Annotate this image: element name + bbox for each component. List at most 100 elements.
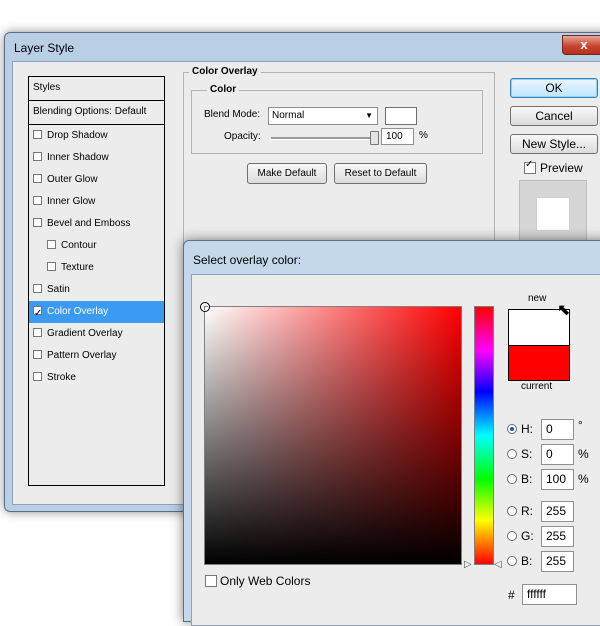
color-picker-dialog: Select overlay color: ▷ ◁ new current H:… [183, 240, 600, 626]
saturation-unit: % [578, 447, 589, 461]
only-web-colors-checkbox[interactable] [205, 575, 217, 587]
stroke-checkbox[interactable] [33, 372, 42, 381]
style-item-label: Bevel and Emboss [47, 218, 131, 229]
hue-unit: ° [578, 418, 583, 432]
blending-options[interactable]: Blending Options: Default [29, 101, 164, 125]
drop-shadow-checkbox[interactable] [33, 130, 42, 139]
green-radio[interactable] [507, 531, 517, 541]
style-item-color-overlay[interactable]: Color Overlay [29, 301, 164, 325]
blue-label: B: [521, 554, 533, 568]
blue-input[interactable]: 255 [541, 551, 574, 572]
pattern-overlay-checkbox[interactable] [33, 350, 42, 359]
blue-radio[interactable] [507, 556, 517, 566]
gradient-overlay-checkbox[interactable] [33, 328, 42, 337]
new-style-button[interactable]: New Style... [510, 134, 598, 154]
inner-shadow-checkbox[interactable] [33, 152, 42, 161]
contour-checkbox[interactable] [47, 240, 56, 249]
style-item-inner-shadow[interactable]: Inner Shadow [29, 147, 164, 169]
mouse-cursor-icon: ⬉ [557, 302, 571, 319]
hue-slider[interactable] [474, 306, 494, 565]
style-item-label: Inner Shadow [47, 152, 109, 163]
style-item-inner-glow[interactable]: Inner Glow [29, 191, 164, 213]
blend-mode-label: Blend Mode: [204, 109, 261, 120]
style-item-label: Stroke [47, 372, 76, 383]
style-item-label: Color Overlay [47, 306, 109, 317]
saturation-radio[interactable] [507, 449, 517, 459]
blending-options-label: Blending Options: Default [33, 106, 147, 117]
cancel-button[interactable]: Cancel [510, 106, 598, 126]
color-picker-body: ▷ ◁ new current H: 0 ° S: 0 % B: 100 % R… [191, 274, 600, 626]
style-item-bevel-emboss[interactable]: Bevel and Emboss [29, 213, 164, 235]
opacity-input[interactable]: 100 [381, 128, 414, 145]
style-item-stroke[interactable]: Stroke [29, 367, 164, 389]
satin-checkbox[interactable] [33, 284, 42, 293]
color-picker-title: Select overlay color: [193, 253, 302, 267]
brightness-input[interactable]: 100 [541, 469, 574, 490]
overlay-color-swatch[interactable] [385, 107, 417, 125]
hue-input[interactable]: 0 [541, 419, 574, 440]
brightness-radio[interactable] [507, 474, 517, 484]
chevron-down-icon: ▼ [365, 111, 373, 120]
style-item-label: Outer Glow [47, 174, 98, 185]
color-section-title: Color [207, 84, 240, 95]
red-label: R: [521, 504, 533, 518]
saturation-brightness-field[interactable] [200, 302, 462, 565]
outer-glow-checkbox[interactable] [33, 174, 42, 183]
preview-swatch [536, 197, 570, 231]
preview-checkbox[interactable] [524, 159, 536, 174]
close-icon: x [580, 37, 588, 52]
window-title: Layer Style [14, 41, 75, 55]
style-item-drop-shadow[interactable]: Drop Shadow [29, 125, 164, 147]
bevel-emboss-checkbox[interactable] [33, 218, 42, 227]
close-button[interactable]: x [562, 35, 600, 55]
style-item-pattern-overlay[interactable]: Pattern Overlay [29, 345, 164, 367]
only-web-colors-label: Only Web Colors [220, 574, 311, 588]
style-item-contour[interactable]: Contour [29, 235, 164, 257]
hue-radio[interactable] [507, 424, 517, 434]
hex-input[interactable]: ffffff [522, 584, 577, 605]
style-item-label: Texture [61, 262, 94, 273]
make-default-button[interactable]: Make Default [247, 163, 327, 184]
styles-list: Styles Blending Options: Default Drop Sh… [28, 76, 165, 486]
style-item-texture[interactable]: Texture [29, 257, 164, 279]
color-marker[interactable] [200, 302, 210, 312]
style-item-label: Contour [61, 240, 97, 251]
style-item-gradient-overlay[interactable]: Gradient Overlay [29, 323, 164, 345]
style-preview-thumbnail [519, 180, 587, 248]
color-overlay-checkbox[interactable] [33, 303, 42, 325]
ok-button[interactable]: OK [510, 78, 598, 98]
new-color-label: new [528, 293, 547, 304]
opacity-slider-thumb[interactable] [370, 131, 379, 145]
inner-glow-checkbox[interactable] [33, 196, 42, 205]
style-item-label: Gradient Overlay [47, 328, 123, 339]
brightness-unit: % [578, 472, 589, 486]
blend-mode-value: Normal [272, 110, 305, 121]
current-color-swatch[interactable] [509, 346, 569, 380]
current-color-label: current [521, 381, 553, 392]
green-label: G: [521, 529, 534, 543]
saturation-input[interactable]: 0 [541, 444, 574, 465]
color-overlay-title: Color Overlay [189, 66, 261, 77]
style-item-outer-glow[interactable]: Outer Glow [29, 169, 164, 191]
style-item-label: Inner Glow [47, 196, 96, 207]
hue-arrow-right-icon[interactable]: ◁ [494, 559, 502, 570]
style-item-label: Satin [47, 284, 70, 295]
brightness-label: B: [521, 472, 533, 486]
style-item-label: Drop Shadow [47, 130, 108, 141]
preview-label: Preview [540, 161, 583, 175]
style-item-satin[interactable]: Satin [29, 279, 164, 301]
texture-checkbox[interactable] [47, 262, 56, 271]
opacity-unit: % [419, 130, 428, 141]
opacity-slider-track[interactable] [271, 137, 376, 140]
red-input[interactable]: 255 [541, 501, 574, 522]
green-input[interactable]: 255 [541, 526, 574, 547]
hue-arrow-left-icon[interactable]: ▷ [464, 559, 472, 570]
opacity-label: Opacity: [224, 131, 261, 142]
reset-default-button[interactable]: Reset to Default [334, 163, 427, 184]
saturation-label: S: [521, 447, 533, 461]
style-item-label: Pattern Overlay [47, 350, 117, 361]
styles-header[interactable]: Styles [29, 77, 164, 101]
red-radio[interactable] [507, 506, 517, 516]
hue-label: H: [521, 422, 533, 436]
blend-mode-select[interactable]: Normal ▼ [268, 107, 378, 125]
